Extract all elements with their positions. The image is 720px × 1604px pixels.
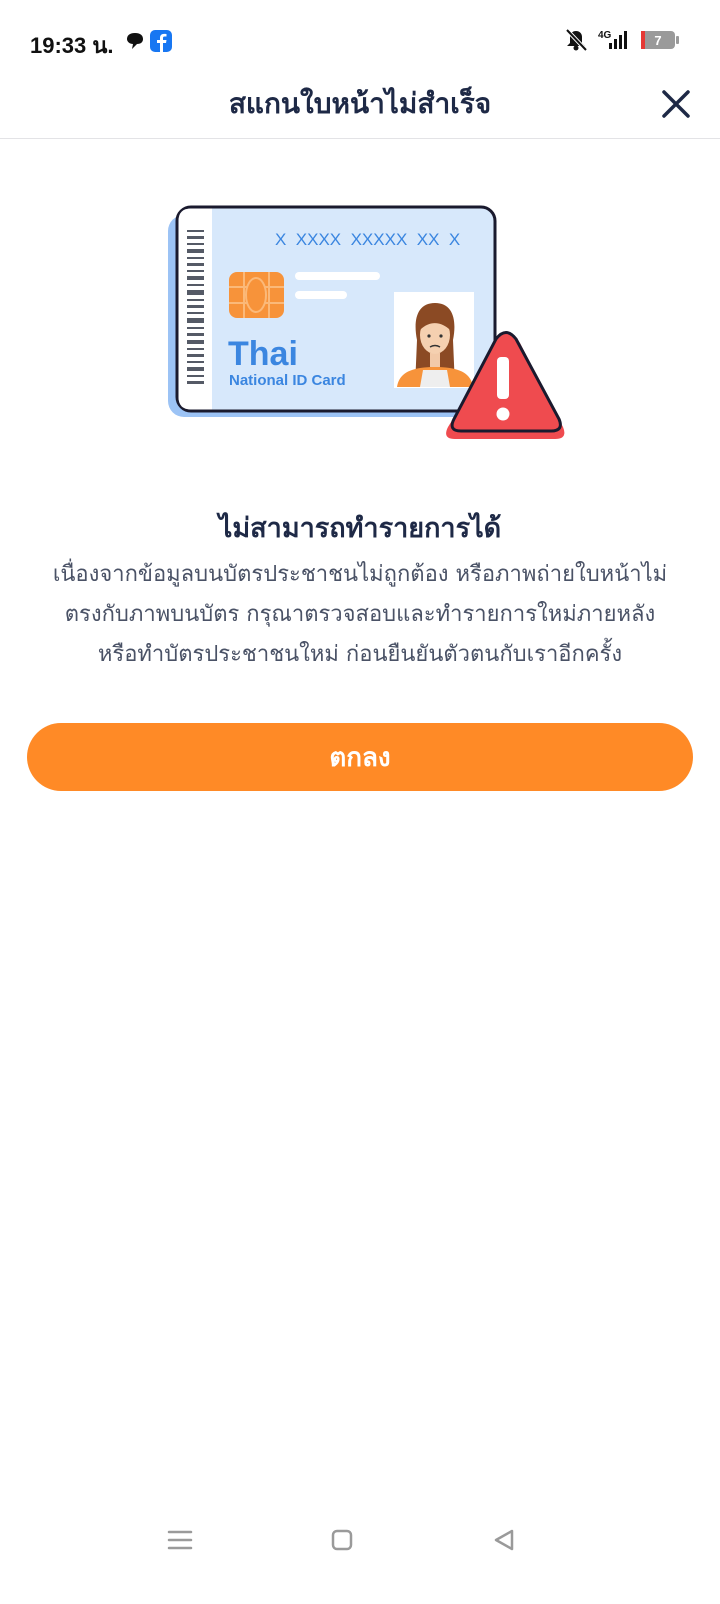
close-icon[interactable] bbox=[656, 84, 696, 124]
error-description: เนื่องจากข้อมูลบนบัตรประชาชนไม่ถูกต้อง ห… bbox=[30, 555, 690, 675]
error-description-line: ตรงกับภาพบนบัตร กรุณาตรวจสอบและทำรายการใ… bbox=[64, 602, 656, 627]
signal-4g-icon: 4G bbox=[598, 30, 627, 49]
home-icon[interactable] bbox=[322, 1520, 362, 1560]
chat-bubble-icon bbox=[127, 33, 143, 49]
status-icons-left bbox=[126, 30, 176, 58]
page-title: สแกนใบหน้าไม่สำเร็จ bbox=[228, 87, 492, 120]
chip-icon bbox=[229, 272, 284, 318]
svg-text:4G: 4G bbox=[598, 30, 612, 41]
back-icon[interactable] bbox=[484, 1520, 524, 1560]
error-title: ไม่สามารถทำรายการได้ bbox=[218, 513, 502, 544]
close-button[interactable] bbox=[656, 84, 696, 124]
system-nav-bar bbox=[0, 1504, 720, 1604]
card-subtitle: National ID Card bbox=[229, 372, 346, 389]
status-bar: 19:33 น. 4G 7 bbox=[0, 0, 720, 70]
card-title: Thai bbox=[228, 335, 298, 373]
bell-muted-icon bbox=[565, 28, 588, 52]
card-photo bbox=[394, 292, 474, 388]
id-card-error-illustration: X XXXX XXXXX XX X Thai National ID Card bbox=[165, 205, 575, 455]
ok-button[interactable]: ตกลง bbox=[27, 723, 693, 791]
header: สแกนใบหน้าไม่สำเร็จ bbox=[0, 70, 720, 139]
nav-back-button[interactable] bbox=[484, 1520, 524, 1560]
menu-icon[interactable] bbox=[160, 1520, 200, 1560]
error-description-line: หรือทำบัตรประชาชนใหม่ ก่อนยืนยันตัวตนกับ… bbox=[97, 642, 623, 667]
battery-icon: 7 bbox=[641, 31, 679, 49]
svg-text:7: 7 bbox=[654, 33, 661, 48]
nav-home-button[interactable] bbox=[322, 1520, 362, 1560]
status-icons-right: 4G 7 bbox=[565, 28, 680, 58]
facebook-icon bbox=[150, 30, 172, 52]
nav-menu-button[interactable] bbox=[160, 1520, 200, 1560]
status-time: 19:33 น. bbox=[30, 33, 114, 58]
error-description-line: เนื่องจากข้อมูลบนบัตรประชาชนไม่ถูกต้อง ห… bbox=[52, 562, 668, 587]
card-number: X XXXX XXXXX XX X bbox=[275, 230, 460, 249]
